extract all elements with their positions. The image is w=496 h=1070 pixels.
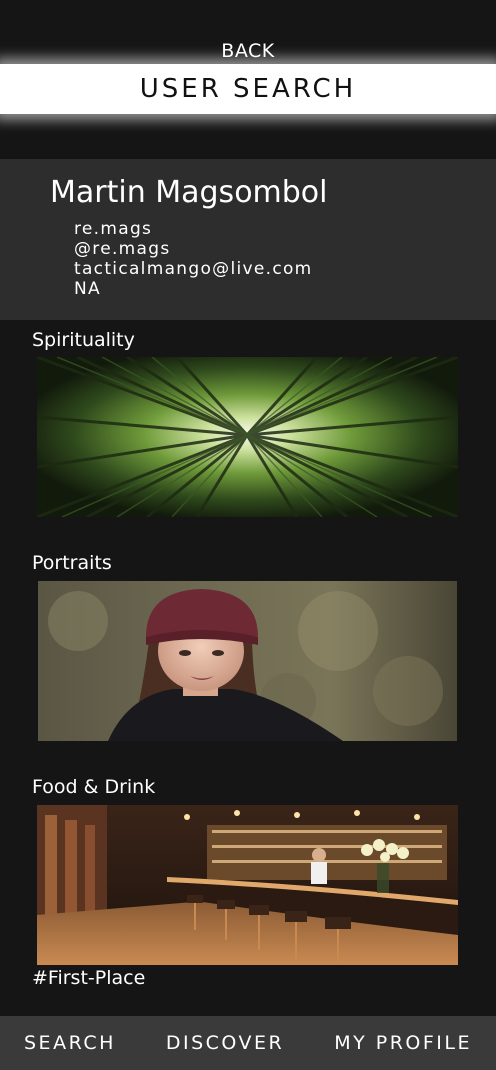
- bamboo-forest-photo: [37, 357, 458, 517]
- profile-email: tacticalmango@live.com: [74, 259, 313, 279]
- restaurant-bar-interior-photo: [37, 805, 458, 965]
- profile-name: Martin Magsombol: [50, 175, 328, 210]
- title-bar: USER SEARCH: [0, 64, 496, 114]
- woman-in-beanie-portrait-photo: [38, 581, 457, 741]
- gallery-image-food-drink[interactable]: [37, 805, 458, 965]
- user-search-screen: BACK USER SEARCH Martin Magsombol re.mag…: [0, 0, 496, 1070]
- hashtag-label[interactable]: #First-Place: [32, 967, 145, 989]
- gallery-label-food-drink: Food & Drink: [32, 776, 156, 798]
- profile-details: re.mags @re.mags tacticalmango@live.com …: [74, 219, 313, 299]
- nav-search[interactable]: SEARCH: [24, 1032, 116, 1054]
- gallery-image-spirituality[interactable]: [37, 357, 458, 517]
- gallery-image-portraits[interactable]: [38, 581, 457, 741]
- profile-handle: @re.mags: [74, 239, 171, 259]
- nav-my-profile[interactable]: MY PROFILE: [334, 1032, 472, 1054]
- profile-username: re.mags: [74, 219, 153, 239]
- back-button[interactable]: BACK: [0, 40, 496, 62]
- profile-location: NA: [74, 279, 101, 299]
- profile-card: Martin Magsombol re.mags @re.mags tactic…: [0, 159, 496, 320]
- nav-discover[interactable]: DISCOVER: [166, 1032, 284, 1054]
- bottom-nav: SEARCH DISCOVER MY PROFILE: [0, 1016, 496, 1070]
- gallery-label-spirituality: Spirituality: [32, 329, 135, 351]
- page-title: USER SEARCH: [139, 74, 357, 104]
- gallery-label-portraits: Portraits: [32, 552, 112, 574]
